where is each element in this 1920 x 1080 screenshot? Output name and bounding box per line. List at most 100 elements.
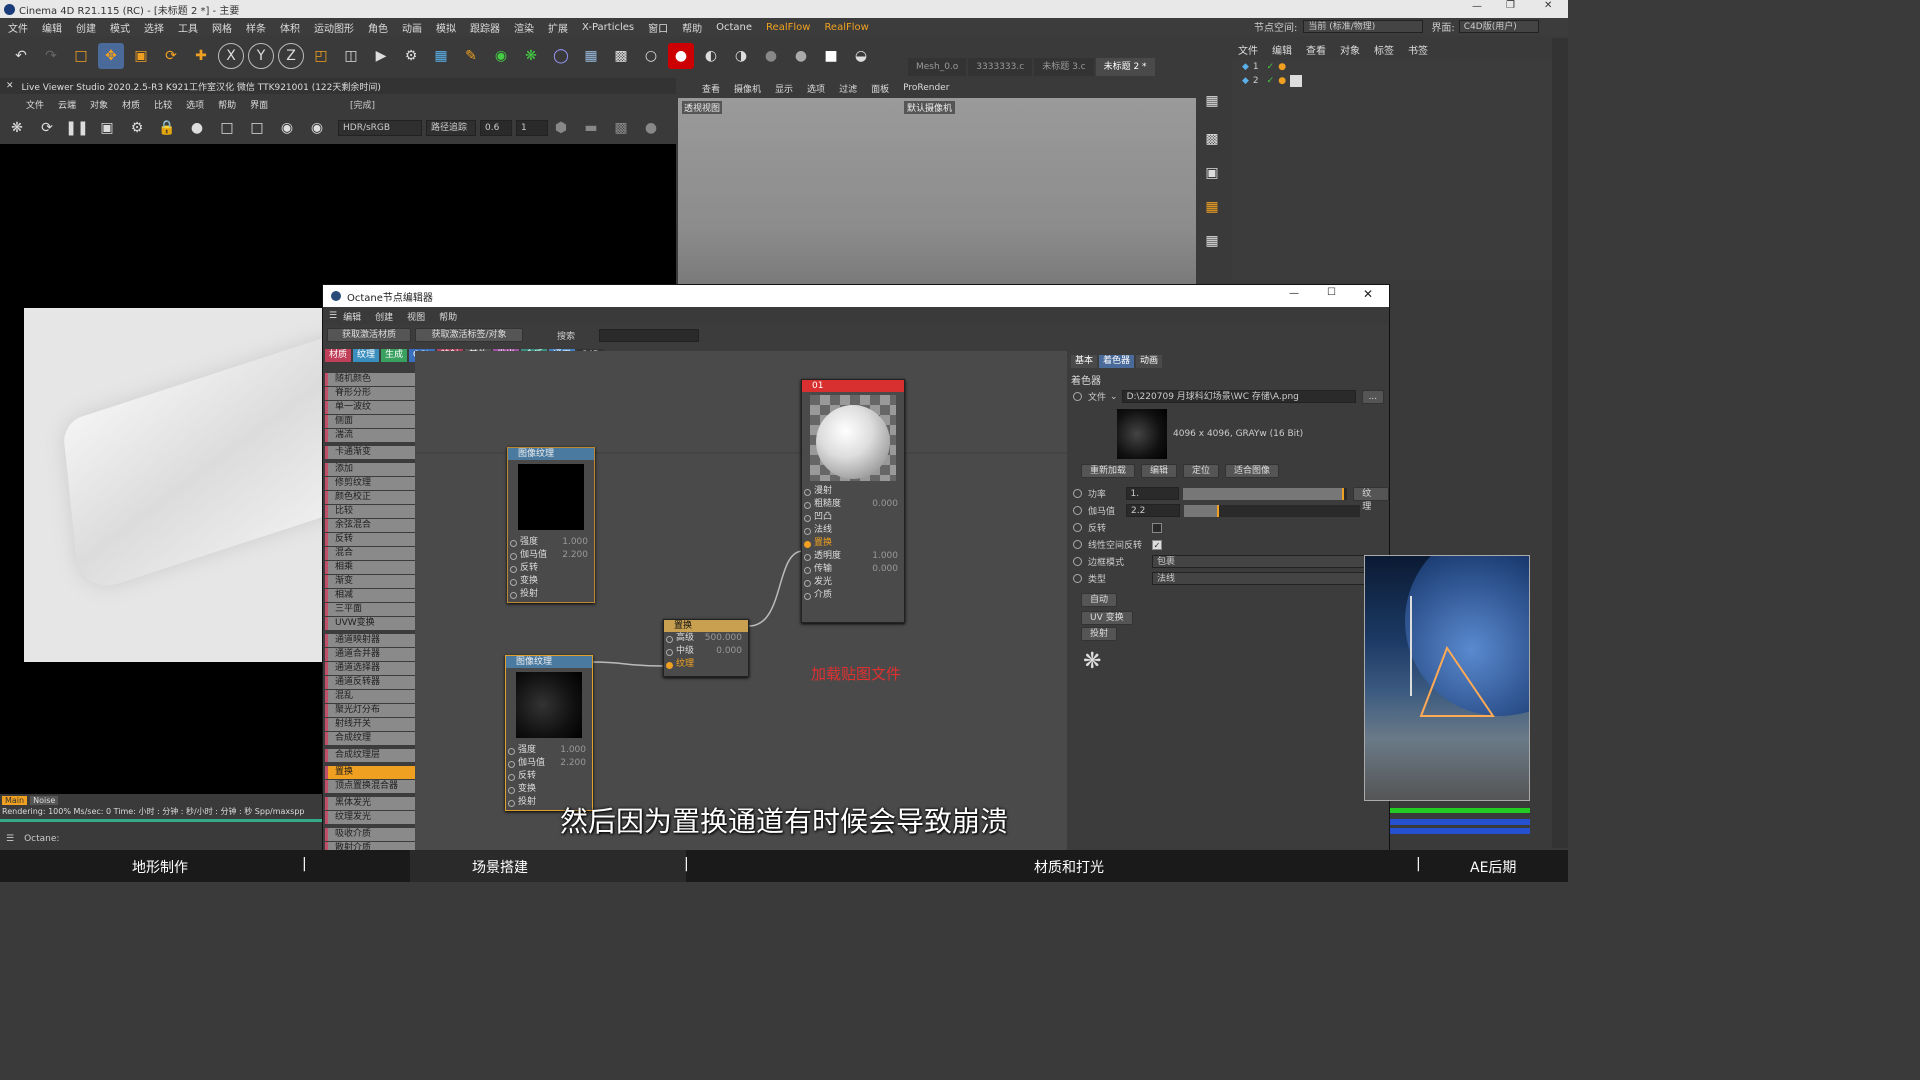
node-port[interactable]: 强度 1.000: [508, 536, 594, 549]
library-item[interactable]: 聚光灯分布: [325, 704, 415, 717]
node-port[interactable]: 粗糙度 0.000: [802, 498, 904, 511]
node-port[interactable]: 强度 1.000: [506, 744, 592, 757]
menu-item[interactable]: 文件: [8, 20, 28, 35]
get-active-tag-button[interactable]: 获取激活标签/对象: [415, 328, 523, 342]
animate-icon[interactable]: [1073, 506, 1082, 515]
library-item[interactable]: 渐变: [325, 575, 415, 588]
focus-icon[interactable]: ◉: [274, 115, 300, 141]
kernel-select[interactable]: 路径追踪: [426, 120, 476, 136]
menu-item[interactable]: 工具: [178, 20, 198, 35]
object-manager-menu-item[interactable]: 文件: [1238, 42, 1258, 57]
library-item[interactable]: 三平面: [325, 603, 415, 616]
live-viewer-menu-item[interactable]: 比较: [154, 98, 172, 111]
animate-icon[interactable]: [1073, 557, 1082, 566]
document-tab[interactable]: 未标题 2 *: [1095, 58, 1155, 76]
camera-label[interactable]: 默认摄像机: [904, 101, 956, 114]
live-viewer-menu-item[interactable]: 文件: [26, 98, 44, 111]
menu-item[interactable]: 模拟: [436, 20, 456, 35]
octane-logo-icon[interactable]: ❋: [4, 115, 30, 141]
library-item[interactable]: 相乘: [325, 561, 415, 574]
live-viewer-menu-item[interactable]: 对象: [90, 98, 108, 111]
attribute-tab[interactable]: 着色器: [1099, 354, 1135, 368]
type-select[interactable]: 法线: [1152, 572, 1382, 585]
live-viewer-menu-item[interactable]: 选项: [186, 98, 204, 111]
object-manager-menu-item[interactable]: 查看: [1306, 42, 1326, 57]
library-item[interactable]: 添加: [325, 463, 415, 476]
library-item[interactable]: 颜色校正: [325, 491, 415, 504]
nav-ae[interactable]: AE后期: [1470, 857, 1516, 877]
coord-icon[interactable]: ◰: [308, 43, 334, 69]
close-icon[interactable]: ✕: [1363, 287, 1373, 301]
lock-icon[interactable]: 🔒: [154, 115, 180, 141]
node-canvas[interactable]: 图像纹理 强度 1.000 伽马值 2.200 反转 变换 投射 图像纹理 强度 1.000 伽…: [415, 351, 1067, 851]
menu-item[interactable]: 帮助: [682, 20, 702, 35]
nav-material[interactable]: 材质和打光: [1034, 857, 1104, 877]
z-axis-icon[interactable]: Z: [278, 43, 304, 69]
viewport[interactable]: 透视视图 默认摄像机: [678, 98, 1196, 284]
menu-item[interactable]: RealFlow: [766, 22, 810, 33]
menu-item[interactable]: 窗口: [648, 20, 668, 35]
node-editor-menu-item[interactable]: 编辑: [343, 310, 361, 323]
image-texture-node-1[interactable]: 图像纹理 强度 1.000 伽马值 2.200 反转 变换 投射: [507, 447, 595, 603]
y-axis-icon[interactable]: Y: [248, 43, 274, 69]
library-item[interactable]: 余弦混合: [325, 519, 415, 532]
node-port[interactable]: 变换: [506, 783, 592, 796]
library-item[interactable]: 卡通渐变: [325, 446, 415, 459]
library-item[interactable]: 侧面: [325, 415, 415, 428]
library-item[interactable]: 混合: [325, 547, 415, 560]
menu-item[interactable]: X-Particles: [582, 22, 634, 33]
cube-icon[interactable]: ▦: [428, 43, 454, 69]
viewport-menu-item[interactable]: 面板: [871, 82, 889, 95]
node-port[interactable]: 纹理: [664, 658, 748, 671]
linear-invert-checkbox[interactable]: ✓: [1152, 539, 1162, 550]
viewport-menu-item[interactable]: 选项: [807, 82, 825, 95]
image-action-button[interactable]: 适合图像: [1225, 464, 1280, 478]
rect-icon[interactable]: ▬: [578, 115, 604, 141]
minimize-icon[interactable]: —: [1289, 288, 1299, 299]
power-input[interactable]: 1.: [1125, 487, 1180, 500]
hex-icon[interactable]: ⬢: [548, 115, 574, 141]
object-manager-menu-item[interactable]: 书签: [1408, 42, 1428, 57]
octane-half-icon[interactable]: ◒: [848, 43, 874, 69]
library-tab[interactable]: 纹理: [353, 348, 380, 362]
camera-icon[interactable]: ▩: [608, 43, 634, 69]
menu-item[interactable]: Octane: [716, 22, 752, 33]
viewport-menu-item[interactable]: 过滤: [839, 82, 857, 95]
octane-white-icon[interactable]: ■: [818, 43, 844, 69]
object-manager-menu-item[interactable]: 对象: [1340, 42, 1360, 57]
animate-icon[interactable]: [1073, 540, 1082, 549]
menu-item[interactable]: 动画: [402, 20, 422, 35]
port-value[interactable]: 1.000: [560, 744, 586, 757]
image-action-button[interactable]: 编辑: [1141, 464, 1178, 478]
octane-render-icon[interactable]: ●: [668, 43, 694, 69]
node-space-select[interactable]: 当前 (标准/物理): [1303, 20, 1424, 33]
value2-input[interactable]: 1: [516, 120, 548, 136]
library-item[interactable]: 合成纹理: [325, 732, 415, 745]
port-value[interactable]: 1.000: [872, 550, 898, 563]
undo-icon[interactable]: ↶: [8, 43, 34, 69]
menu-item[interactable]: 扩展: [548, 20, 568, 35]
object-manager-menu-item[interactable]: 编辑: [1272, 42, 1292, 57]
node-port[interactable]: 伽马值 2.200: [506, 757, 592, 770]
octane-mix-icon[interactable]: ◐: [698, 43, 724, 69]
viewport-menu-item[interactable]: 查看: [702, 82, 720, 95]
film-icon[interactable]: □: [244, 115, 270, 141]
nav-scene[interactable]: 场景搭建: [472, 857, 528, 877]
x-axis-icon[interactable]: X: [218, 43, 244, 69]
node-port[interactable]: 高级 500.000: [664, 632, 748, 645]
library-item[interactable]: 置换: [325, 766, 415, 779]
attribute-tab[interactable]: 基本: [1071, 354, 1098, 368]
value1-input[interactable]: 0.6: [480, 120, 512, 136]
node-port[interactable]: 置换: [802, 537, 904, 550]
object-manager-menu-item[interactable]: 标签: [1374, 42, 1394, 57]
minimize-icon[interactable]: —: [1472, 1, 1482, 12]
material-ball-icon[interactable]: ●: [184, 115, 210, 141]
select-icon[interactable]: □: [68, 43, 94, 69]
object-row[interactable]: ◆ 2 ✓ ●: [1232, 74, 1552, 88]
help-icon[interactable]: ❋: [1083, 649, 1389, 674]
menu-item[interactable]: 跟踪器: [470, 20, 500, 35]
power-slider[interactable]: [1183, 487, 1348, 500]
library-item[interactable]: 通道选择器: [325, 662, 415, 675]
library-item[interactable]: 湍流: [325, 429, 415, 442]
library-item[interactable]: 混乱: [325, 690, 415, 703]
